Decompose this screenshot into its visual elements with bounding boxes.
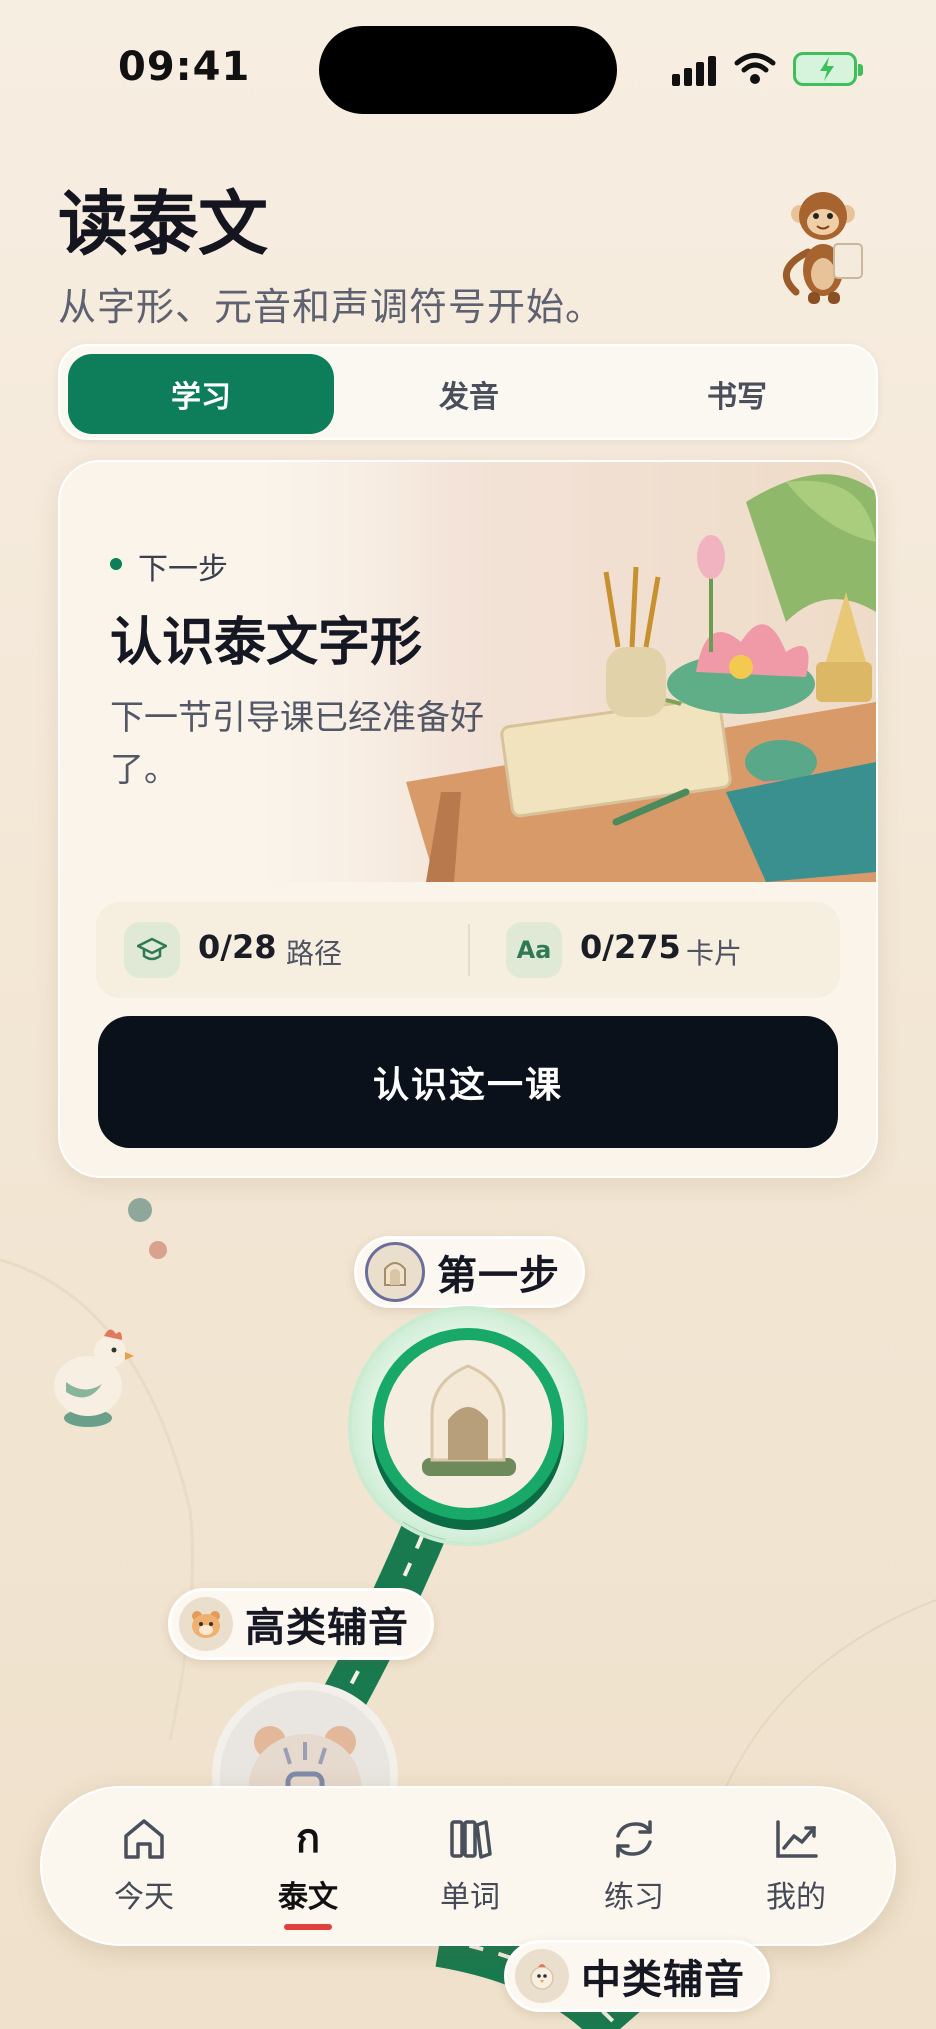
stage-label-middle-class-consonants[interactable]: 中类辅音	[504, 1940, 770, 2012]
stage-label-text: 中类辅音	[581, 1957, 745, 2003]
refresh-icon	[616, 1820, 652, 1858]
tab-today[interactable]: 今天	[84, 1816, 204, 1916]
stage-label-text: 高类辅音	[245, 1605, 409, 1651]
tab-profile[interactable]: 我的	[736, 1816, 856, 1916]
tab-label: 单词	[440, 1880, 500, 1915]
lesson-card: 下一步 认识泰文字形 下一节引导课已经准备好了。 0/28 路径 Aa 0/27…	[58, 460, 878, 1178]
graduation-cap-icon	[124, 922, 180, 978]
cards-progress-label: 卡片	[686, 937, 743, 970]
monkey-mascot-icon	[782, 192, 863, 304]
cards-progress-value: 0/275	[580, 928, 681, 966]
tab-label: 今天	[114, 1880, 174, 1915]
page-title: 读泰文	[58, 183, 268, 265]
next-step-label: 下一步	[138, 552, 228, 587]
start-lesson-button[interactable]: 认识这一课	[98, 1016, 838, 1148]
active-tab-indicator	[284, 1924, 332, 1930]
chicken-icon	[515, 1949, 569, 2003]
lesson-description: 下一节引导课已经准备好了。	[110, 698, 484, 790]
tab-practice[interactable]: 练习	[574, 1816, 694, 1916]
tab-thai[interactable]: ก 泰文	[248, 1816, 368, 1916]
books-icon	[450, 1820, 492, 1859]
tab-words[interactable]: 单词	[410, 1816, 530, 1916]
chart-icon	[776, 1820, 818, 1858]
segment-learn[interactable]: 学习	[68, 354, 334, 434]
font-aa-icon: Aa	[506, 922, 562, 978]
tiger-icon	[179, 1597, 233, 1651]
tab-label: 泰文	[278, 1880, 338, 1915]
status-time: 09:41	[118, 44, 251, 90]
lesson-title: 认识泰文字形	[110, 613, 423, 673]
lesson-node-first-step[interactable]	[372, 1328, 564, 1520]
stage-label-high-class-consonants[interactable]: 高类辅音	[168, 1588, 434, 1660]
wifi-icon	[734, 53, 776, 84]
next-indicator-dot	[110, 558, 122, 570]
thai-letter-icon: ก	[295, 1816, 321, 1862]
path-progress-label: 路径	[286, 937, 343, 970]
bottom-tab-bar: 今天 ก 泰文 单词 练习 我的	[40, 1786, 896, 1946]
segment-pronunciation[interactable]: 发音	[336, 354, 602, 434]
page-subtitle: 从字形、元音和声调符号开始。	[58, 285, 605, 329]
signal-icon	[672, 56, 718, 86]
tab-label: 练习	[604, 1880, 664, 1915]
segment-writing[interactable]: 书写	[604, 354, 870, 434]
battery-icon	[793, 52, 863, 86]
tab-label: 我的	[766, 1880, 826, 1915]
progress-stats: 0/28 路径 Aa 0/275 卡片	[96, 902, 840, 998]
chicken-figurine-icon	[54, 1329, 134, 1427]
arch-icon	[422, 1364, 516, 1476]
stage-label-text: 第一步	[437, 1253, 560, 1299]
arch-icon	[365, 1242, 425, 1302]
path-progress-value: 0/28	[198, 928, 277, 966]
stats-divider	[468, 924, 470, 976]
home-icon	[124, 1819, 164, 1859]
stage-label-first-step[interactable]: 第一步	[354, 1236, 585, 1308]
dynamic-island	[319, 26, 617, 114]
segmented-control: 学习 发音 书写	[58, 344, 878, 440]
